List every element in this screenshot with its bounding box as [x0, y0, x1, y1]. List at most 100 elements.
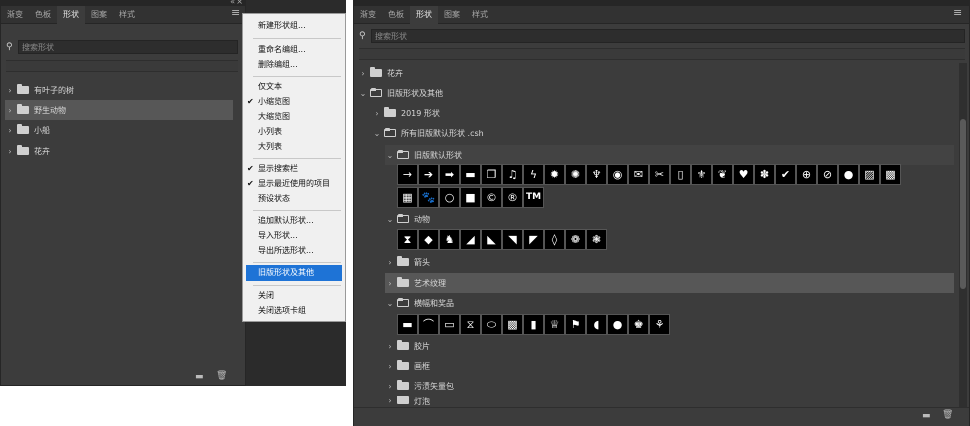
banner-icon[interactable]: ▬ [460, 164, 481, 185]
tree-item[interactable]: › 花卉 [358, 63, 954, 83]
tab-shapes[interactable]: 形状 [410, 6, 438, 24]
chevron-right-icon[interactable]: › [385, 396, 395, 405]
bowtie-banner-icon[interactable]: ⧖ [460, 314, 481, 335]
fish-icon[interactable]: ◆ [418, 229, 439, 250]
tag-icon[interactable]: ▮ [523, 314, 544, 335]
search-input[interactable] [371, 29, 965, 43]
menu-item-rename-group[interactable]: 重命名编组... [243, 42, 345, 58]
chevron-right-icon[interactable]: › [5, 147, 15, 156]
fleur-de-lis-icon[interactable]: ⚜ [691, 164, 712, 185]
tab-swatches[interactable]: 色板 [382, 6, 410, 24]
tab-styles[interactable]: 样式 [466, 6, 494, 24]
search-input[interactable] [18, 40, 238, 54]
flag-icon[interactable]: ⚑ [565, 314, 586, 335]
new-group-folder-icon[interactable]: ▬ [195, 372, 204, 382]
menu-item-delete-group[interactable]: 删除编组... [243, 57, 345, 73]
burst-icon[interactable]: ✹ [544, 164, 565, 185]
trash-icon[interactable]: 🗑 [942, 410, 953, 420]
chevron-right-icon[interactable]: › [5, 106, 15, 115]
tree-item[interactable]: › 污渍矢量包 [385, 376, 954, 396]
menu-item-close[interactable]: 关闭 [243, 288, 345, 304]
menu-item-large-thumbnail[interactable]: 大缩览图 [243, 109, 345, 125]
menu-item-import[interactable]: 导入形状... [243, 228, 345, 244]
tree-item[interactable]: ⌄ 旧版默认形状 [385, 145, 954, 165]
tree-item[interactable]: › 灯泡 [385, 396, 954, 406]
chevron-right-icon[interactable]: › [5, 86, 15, 95]
tab-swatches[interactable]: 色板 [29, 6, 57, 24]
tree-item[interactable]: ⌄ 所有旧版默认形状 .csh [372, 123, 954, 143]
hatch-pattern-icon[interactable]: ▨ [859, 164, 880, 185]
lightbulb-icon[interactable]: ◉ [607, 164, 628, 185]
no-sign-icon[interactable]: ⊘ [817, 164, 838, 185]
paw-print-icon[interactable]: ❁ [565, 229, 586, 250]
heart-icon[interactable]: ♥ [733, 164, 754, 185]
menu-item-text-only[interactable]: 仅文本 [243, 79, 345, 95]
list-item[interactable]: › 有叶子的树 [5, 80, 233, 100]
rabbit-icon[interactable]: ◥ [502, 229, 523, 250]
menu-item-preset-state[interactable]: 预设状态 [243, 191, 345, 207]
chevron-down-icon[interactable]: ⌄ [358, 89, 368, 98]
tab-shapes[interactable]: 形状 [57, 6, 85, 24]
square-icon[interactable]: ■ [460, 187, 481, 208]
vertical-scrollbar[interactable] [959, 63, 967, 407]
registered-icon[interactable]: ® [502, 187, 523, 208]
chevron-down-icon[interactable]: ⌄ [385, 215, 395, 224]
starburst-icon[interactable]: ✺ [565, 164, 586, 185]
award-icon[interactable]: ♚ [628, 314, 649, 335]
rectangle-icon[interactable]: ▯ [670, 164, 691, 185]
chevron-right-icon[interactable]: › [358, 69, 368, 78]
trash-icon[interactable]: 🗑 [216, 371, 227, 381]
tree-item[interactable]: › 画框 [385, 356, 954, 376]
cat-icon[interactable]: ♞ [439, 229, 460, 250]
menu-item-export[interactable]: 导出所选形状... [243, 243, 345, 259]
list-item[interactable]: › 野生动物 [5, 100, 233, 120]
arrow-bold-icon[interactable]: ➔ [418, 164, 439, 185]
list-item[interactable]: › 小船 [5, 120, 233, 140]
banner-ribbon-icon[interactable]: ▬ [397, 314, 418, 335]
size-slider[interactable] [359, 48, 965, 60]
puzzle-icon[interactable]: ✽ [754, 164, 775, 185]
tab-gradients[interactable]: 渐变 [354, 6, 382, 24]
chevron-down-icon[interactable]: ⌄ [385, 151, 395, 160]
scrollbar-thumb[interactable] [960, 119, 966, 289]
tree-item[interactable]: › 2019 形状 [372, 103, 954, 123]
snail-icon[interactable]: ❦ [712, 164, 733, 185]
list-item[interactable]: › 花卉 [5, 141, 233, 161]
bone-icon[interactable]: ⧗ [397, 229, 418, 250]
wave-banner-icon[interactable]: ⬭ [481, 314, 502, 335]
scroll-icon[interactable]: ▩ [502, 314, 523, 335]
snail-icon[interactable]: ◣ [481, 229, 502, 250]
grid-icon[interactable]: ▦ [397, 187, 418, 208]
menu-item-show-search-bar[interactable]: ✔ 显示搜索栏 [243, 161, 345, 177]
checker-pattern-icon[interactable]: ▩ [880, 164, 901, 185]
chevron-right-icon[interactable]: › [5, 126, 15, 135]
target-icon[interactable]: ⊕ [796, 164, 817, 185]
tree-item[interactable]: › 箭头 [385, 252, 954, 272]
lightning-icon[interactable]: ϟ [523, 164, 544, 185]
tab-patterns[interactable]: 图案 [85, 6, 113, 24]
tab-gradients[interactable]: 渐变 [1, 6, 29, 24]
scissors-icon[interactable]: ✂ [649, 164, 670, 185]
circle-outline-icon[interactable]: ○ [439, 187, 460, 208]
menu-item-legacy-shapes[interactable]: 旧版形状及其他 [246, 265, 342, 281]
tree-item[interactable]: › 胶片 [385, 336, 954, 356]
paw-prints-icon[interactable]: ❃ [586, 229, 607, 250]
panel-menu-icon[interactable]: ≡ [953, 6, 965, 20]
new-group-folder-icon[interactable]: ▬ [922, 411, 931, 421]
chevron-down-icon[interactable]: ⌄ [385, 299, 395, 308]
menu-item-small-thumbnail[interactable]: ✔ 小缩览图 [243, 94, 345, 110]
tree-item[interactable]: › 艺术纹理 [385, 273, 954, 293]
copyright-icon[interactable]: © [481, 187, 502, 208]
tree-item[interactable]: ⌄ 旧版形状及其他 [358, 83, 954, 103]
chevron-right-icon[interactable]: › [385, 362, 395, 371]
arrow-block-icon[interactable]: ➡ [439, 164, 460, 185]
chevron-right-icon[interactable]: › [372, 109, 382, 118]
chevron-right-icon[interactable]: › [385, 382, 395, 391]
tab-styles[interactable]: 样式 [113, 6, 141, 24]
tree-item[interactable]: ⌄ 横幅和奖品 [385, 293, 954, 313]
menu-item-append-default[interactable]: 追加默认形状... [243, 213, 345, 229]
arc-banner-icon[interactable]: ⌒ [418, 314, 439, 335]
chevron-down-icon[interactable]: ⌄ [372, 129, 382, 138]
menu-item-small-list[interactable]: 小列表 [243, 124, 345, 140]
checkmark-icon[interactable]: ✔ [775, 164, 796, 185]
